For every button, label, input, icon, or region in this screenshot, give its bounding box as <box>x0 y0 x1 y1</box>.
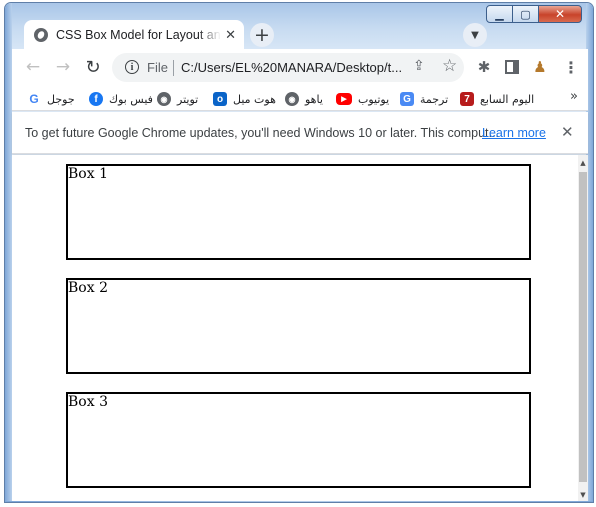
minimize-button[interactable]: ▁ <box>486 5 513 23</box>
close-window-button[interactable]: ✕ <box>538 5 582 23</box>
globe-icon: ◉ <box>285 92 299 106</box>
bookmark-item[interactable]: ◉ ياهو <box>285 91 323 107</box>
scroll-up-arrow-icon[interactable]: ▲ <box>578 157 588 169</box>
bookmark-label: هوت ميل <box>233 92 276 106</box>
page-content: Box 1 Box 2 Box 3 <box>12 155 578 501</box>
vertical-scrollbar[interactable]: ▲ ▼ <box>578 155 588 501</box>
extensions-puzzle-icon[interactable]: ✱ <box>474 57 494 77</box>
box-1: Box 1 <box>66 164 531 260</box>
window-frame-bottom <box>5 501 593 502</box>
url-text[interactable]: C:/Users/EL%20MANARA/Desktop/t... <box>181 60 411 75</box>
close-tab-icon[interactable]: ✕ <box>225 28 236 43</box>
tab-title: CSS Box Model for Layout and Po <box>56 28 221 42</box>
back-arrow-icon[interactable]: ← <box>22 56 44 78</box>
bookmark-label: اليوم السابع <box>480 92 535 106</box>
youtube-icon: ▶ <box>336 93 352 105</box>
bookmark-label: ياهو <box>305 92 323 106</box>
globe-icon <box>34 28 48 42</box>
infobar-message: To get future Google Chrome updates, you… <box>25 126 499 140</box>
bookmark-item[interactable]: ◉ تويتر <box>157 91 198 107</box>
facebook-icon: f <box>89 92 103 106</box>
kebab-menu-icon[interactable]: ⋮ <box>561 57 581 77</box>
infobar-close-icon[interactable]: ✕ <box>561 123 574 141</box>
box-2: Box 2 <box>66 278 531 374</box>
bookmarks-overflow-icon[interactable]: » <box>570 89 578 104</box>
google-icon: G <box>27 92 41 106</box>
bookmark-item[interactable]: 7 اليوم السابع <box>460 91 534 107</box>
toolbar: ← → ↻ i File C:/Users/EL%20MANARA/Deskto… <box>12 49 588 87</box>
bookmark-item[interactable]: o هوت ميل <box>213 91 276 107</box>
forward-arrow-icon[interactable]: → <box>52 56 74 78</box>
reload-icon[interactable]: ↻ <box>82 56 104 78</box>
url-scheme: File <box>147 60 168 75</box>
bookmark-item[interactable]: ▶ يوتيوب <box>336 91 389 107</box>
side-panel-icon[interactable] <box>502 57 522 77</box>
bookmark-label: تويتر <box>177 92 199 106</box>
bookmark-item[interactable]: f فيس بوك <box>89 91 153 107</box>
maximize-button[interactable]: ▢ <box>512 5 539 23</box>
bookmark-label: جوجل <box>47 92 75 106</box>
scroll-down-arrow-icon[interactable]: ▼ <box>578 489 588 501</box>
bookmarks-bar: G جوجل f فيس بوك ◉ تويتر o هوت ميل ◉ ياه… <box>12 87 588 111</box>
share-icon[interactable]: ⇪ <box>413 58 425 74</box>
outlook-icon: o <box>213 92 227 106</box>
box-label: Box 2 <box>68 280 108 296</box>
bookmark-item[interactable]: G جوجل <box>27 91 75 107</box>
profile-avatar-icon[interactable]: ♟ <box>530 57 550 77</box>
youm7-icon: 7 <box>460 92 474 106</box>
bookmark-item[interactable]: G ترجمة <box>400 91 448 107</box>
learn-more-link[interactable]: Learn more <box>482 126 546 140</box>
browser-window: ▁ ▢ ✕ CSS Box Model for Layout and Po ✕ … <box>4 2 594 503</box>
caption-buttons: ▁ ▢ ✕ <box>486 5 582 23</box>
omnibox-divider <box>173 60 174 76</box>
tab-search-button[interactable]: ▼ <box>463 23 487 47</box>
box-label: Box 1 <box>68 166 108 182</box>
bookmark-label: ترجمة <box>420 92 449 106</box>
translate-icon: G <box>400 92 414 106</box>
new-tab-button[interactable]: + <box>250 23 274 47</box>
window-frame-left <box>5 3 12 502</box>
box-3: Box 3 <box>66 392 531 488</box>
address-bar[interactable]: i File C:/Users/EL%20MANARA/Desktop/t...… <box>112 53 464 82</box>
scrollbar-thumb[interactable] <box>579 172 587 482</box>
info-icon[interactable]: i <box>125 60 139 74</box>
bookmark-star-icon[interactable]: ☆ <box>442 56 457 76</box>
box-label: Box 3 <box>68 394 108 410</box>
active-tab[interactable]: CSS Box Model for Layout and Po ✕ <box>24 20 244 50</box>
update-infobar: To get future Google Chrome updates, you… <box>12 112 588 154</box>
globe-icon: ◉ <box>157 92 171 106</box>
bookmark-label: فيس بوك <box>109 92 153 106</box>
bookmark-label: يوتيوب <box>358 92 390 106</box>
